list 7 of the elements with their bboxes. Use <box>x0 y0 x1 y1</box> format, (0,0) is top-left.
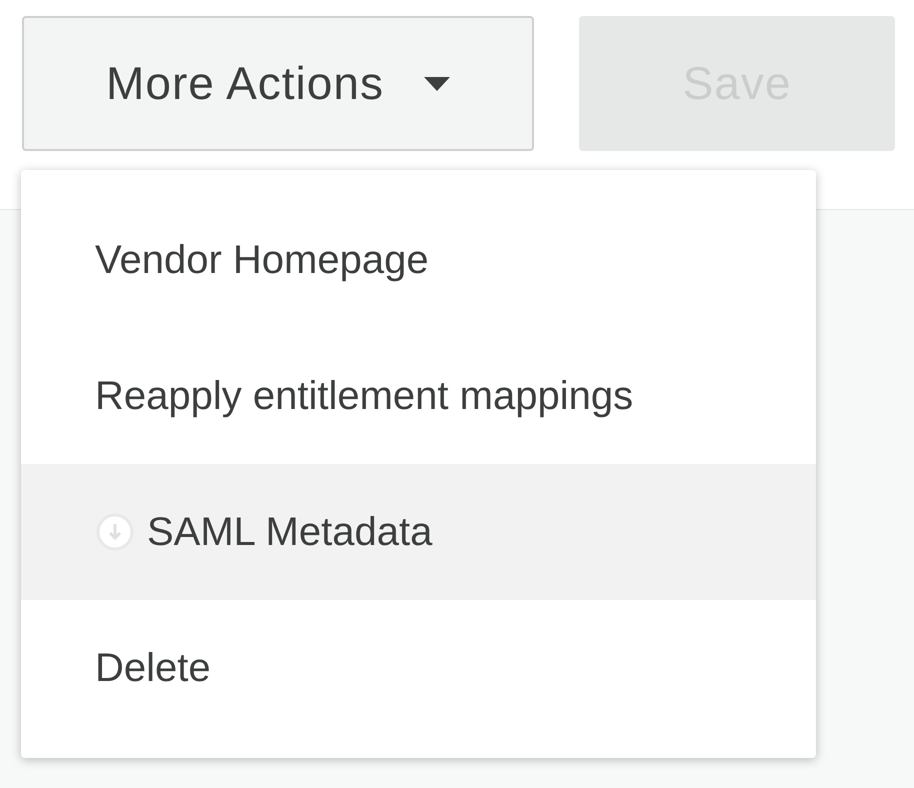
menu-item[interactable]: SAML Metadata <box>21 464 816 600</box>
more-actions-button[interactable]: More Actions <box>22 16 534 151</box>
caret-icon <box>424 76 450 90</box>
menu-item[interactable]: Vendor Homepage <box>21 192 816 328</box>
download-icon <box>95 512 135 552</box>
menu-item[interactable]: Delete <box>21 600 816 736</box>
menu-item[interactable]: Reapply entitlement mappings <box>21 328 816 464</box>
